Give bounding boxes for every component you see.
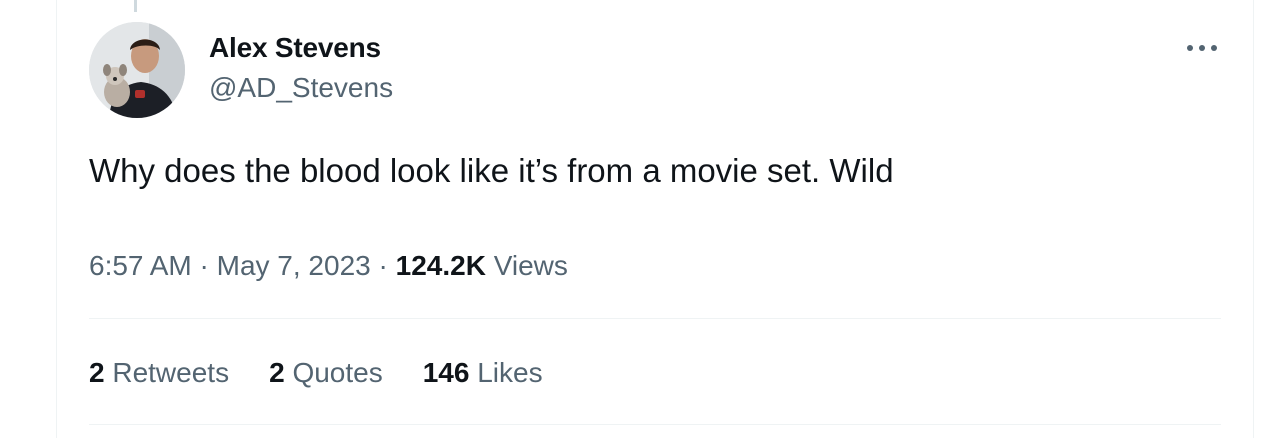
- quotes-count: 2: [269, 357, 285, 388]
- quotes-stat[interactable]: 2 Quotes: [269, 355, 383, 391]
- divider: [89, 424, 1221, 425]
- divider: [89, 318, 1221, 319]
- tweet-metadata: 6:57 AM · May 7, 2023 · 124.2K Views: [89, 248, 568, 284]
- author-display-name[interactable]: Alex Stevens: [209, 30, 393, 66]
- retweets-stat[interactable]: 2 Retweets: [89, 355, 229, 391]
- views-label: Views: [493, 250, 568, 281]
- meta-separator: ·: [199, 250, 209, 281]
- views-count: 124.2K: [395, 250, 486, 281]
- retweets-count: 2: [89, 357, 105, 388]
- more-horizontal-icon: [1187, 45, 1217, 51]
- tweet-text: Why does the blood look like it’s from a…: [89, 152, 894, 189]
- more-options-button[interactable]: [1182, 34, 1222, 62]
- tweet-date[interactable]: May 7, 2023: [217, 250, 371, 281]
- retweets-label: Retweets: [112, 357, 230, 388]
- thread-line: [134, 0, 137, 12]
- tweet-stats: 2 Retweets 2 Quotes 146 Likes: [89, 355, 543, 391]
- meta-separator: ·: [378, 250, 388, 281]
- author-handle[interactable]: @AD_Stevens: [209, 70, 393, 106]
- likes-count: 146: [422, 357, 470, 388]
- likes-label: Likes: [477, 357, 543, 388]
- tweet-author: Alex Stevens @AD_Stevens: [209, 30, 393, 106]
- likes-stat[interactable]: 146 Likes: [423, 355, 543, 391]
- tweet-time[interactable]: 6:57 AM: [89, 250, 192, 281]
- avatar[interactable]: [89, 22, 185, 118]
- quotes-label: Quotes: [292, 357, 383, 388]
